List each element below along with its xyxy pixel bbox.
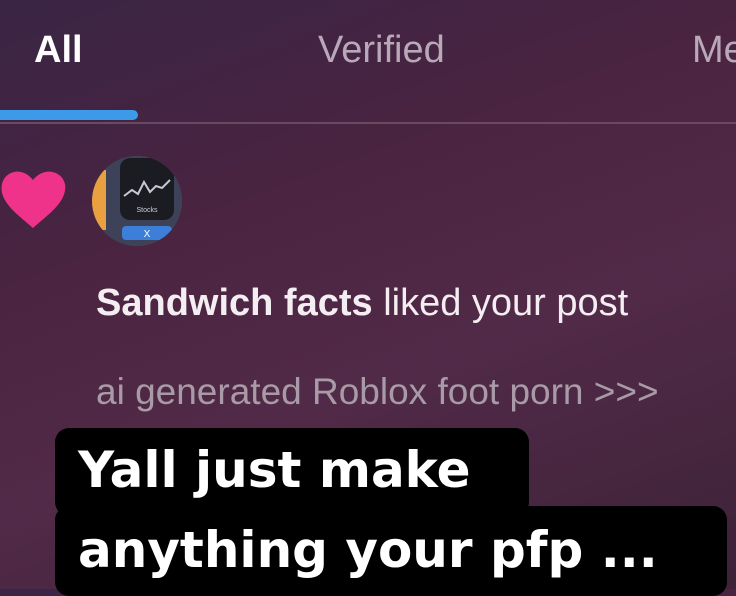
avatar[interactable]: X Stocks bbox=[92, 156, 182, 246]
notification-text[interactable]: Sandwich facts liked your post bbox=[96, 280, 628, 326]
notification-user[interactable]: Sandwich facts bbox=[96, 282, 373, 324]
tab-all[interactable]: All bbox=[34, 28, 83, 72]
heart-icon bbox=[1, 171, 66, 228]
tab-bar: All Verified Me bbox=[0, 0, 736, 124]
notification-action: liked your post bbox=[372, 282, 629, 324]
active-tab-indicator bbox=[0, 110, 138, 120]
caption-line-2: anything your pfp ... bbox=[78, 521, 658, 579]
tab-mentions[interactable]: Me bbox=[692, 28, 736, 72]
avatar-label: Stocks bbox=[136, 207, 158, 214]
tab-divider bbox=[0, 122, 736, 124]
caption-line-1: Yall just make bbox=[78, 441, 471, 499]
svg-text:X: X bbox=[144, 229, 151, 240]
post-preview[interactable]: ai generated Roblox foot porn >>> bbox=[96, 370, 659, 414]
tab-verified[interactable]: Verified bbox=[318, 28, 445, 72]
stocks-app-icon: X Stocks bbox=[92, 156, 182, 246]
